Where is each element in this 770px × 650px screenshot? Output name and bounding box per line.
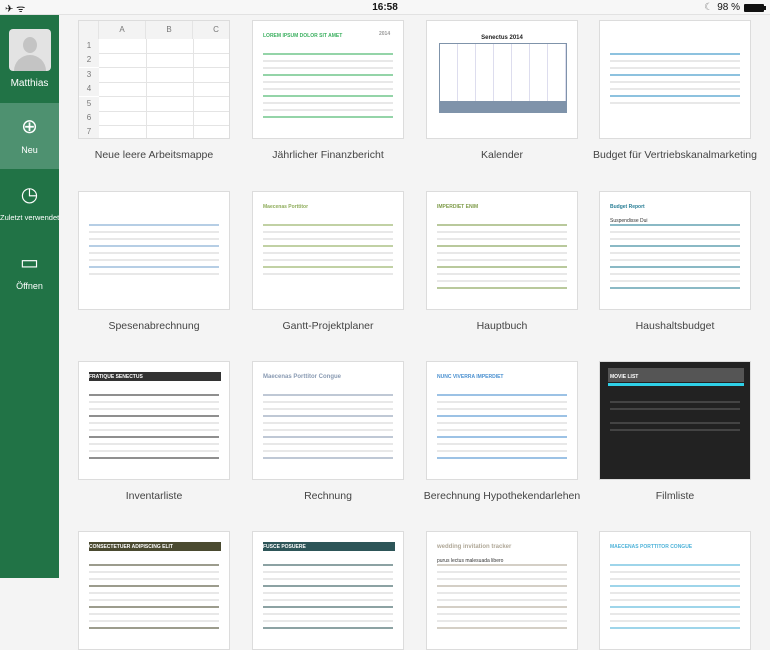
template-thumbnail[interactable]: MOVIE LIST <box>599 361 751 480</box>
sidebar-item-label: Öffnen <box>16 281 43 291</box>
template-title: FRATIQUE SENECTUS <box>89 374 143 380</box>
new-document-icon: ⊕ <box>21 116 38 138</box>
template-thumbnail[interactable]: FRATIQUE SENECTUS <box>78 361 230 480</box>
template-thumbnail[interactable]: ABC 1234567 <box>78 20 230 139</box>
status-bar: ✈ ᯤ 16:58 ☾ 98 % <box>0 0 770 15</box>
template-thumbnail[interactable] <box>599 20 751 139</box>
template-title: Budget Report <box>610 204 645 210</box>
template-label[interactable]: Gantt-Projektplaner <box>228 320 428 332</box>
template-label[interactable]: Berechnung Hypothekendarlehen <box>402 490 602 502</box>
template-title: LOREM IPSUM DOLOR SIT AMET <box>263 33 343 39</box>
battery-percent: 98 % <box>717 2 740 13</box>
template-title: CONSECTETUER ADIPISCING ELIT <box>89 544 173 550</box>
template-label[interactable]: Rechnung <box>228 490 428 502</box>
sidebar-item-label: Neu <box>21 145 38 155</box>
template-thumbnail[interactable]: NUNC VIVERRA IMPERDIET <box>426 361 578 480</box>
template-label[interactable]: Filmliste <box>575 490 770 502</box>
template-thumbnail[interactable]: FUSCE POSUERE <box>252 531 404 650</box>
clock-icon: ◷ <box>20 184 39 206</box>
folder-icon: ▭ <box>20 252 39 274</box>
template-title: Maecenas Porttitor <box>263 204 309 210</box>
template-thumbnail[interactable]: MAECENAS PORTTITOR CONGUE <box>599 531 751 650</box>
template-label[interactable]: Haushaltsbudget <box>575 320 770 332</box>
sidebar-item-recent[interactable]: ◷ Zuletzt verwendet <box>0 171 59 237</box>
row-header: 7 <box>79 125 99 138</box>
moon-icon: ☾ <box>704 2 714 13</box>
template-thumbnail[interactable]: LOREM IPSUM DOLOR SIT AMET 2014 <box>252 20 404 139</box>
row-header: 2 <box>79 53 99 68</box>
clock: 16:58 <box>372 2 398 13</box>
sidebar: Matthias ⊕ Neu ◷ Zuletzt verwendet ▭ Öff… <box>0 15 59 578</box>
template-title: MOVIE LIST <box>610 374 639 380</box>
template-thumbnail[interactable]: IMPERDIET ENIM <box>426 191 578 310</box>
row-header: 1 <box>79 39 99 53</box>
template-year: 2014 <box>379 31 391 37</box>
template-label[interactable]: Jährlicher Finanzbericht <box>228 149 428 161</box>
template-thumbnail[interactable] <box>78 191 230 310</box>
template-title: MAECENAS PORTTITOR CONGUE <box>610 544 693 550</box>
template-thumbnail[interactable]: CONSECTETUER ADIPISCING ELIT <box>78 531 230 650</box>
template-label[interactable]: Inventarliste <box>54 490 254 502</box>
template-title: NUNC VIVERRA IMPERDIET <box>437 374 504 380</box>
sidebar-item-label: Zuletzt verwendet <box>0 213 60 222</box>
template-thumbnail[interactable]: Maecenas Porttitor Congue <box>252 361 404 480</box>
template-title: Senectus 2014 <box>481 35 523 41</box>
template-label[interactable]: Neue leere Arbeitsmappe <box>54 149 254 161</box>
template-thumbnail[interactable]: wedding invitation tracker purus lectus m… <box>426 531 578 650</box>
row-header: 4 <box>79 82 99 97</box>
template-thumbnail[interactable]: Budget Report Suspendisse Dui <box>599 191 751 310</box>
row-header: 6 <box>79 111 99 125</box>
row-header: 3 <box>79 67 99 82</box>
column-header: C <box>193 21 229 39</box>
sidebar-item-new[interactable]: ⊕ Neu <box>0 103 59 169</box>
template-label[interactable]: Kalender <box>402 149 602 161</box>
template-label[interactable]: Spesenabrechnung <box>54 320 254 332</box>
user-name[interactable]: Matthias <box>0 78 59 89</box>
template-label[interactable]: Hauptbuch <box>402 320 602 332</box>
column-header: A <box>99 21 146 39</box>
template-title: IMPERDIET ENIM <box>437 204 479 210</box>
column-header: B <box>146 21 193 39</box>
template-title: Maecenas Porttitor Congue <box>263 374 342 380</box>
template-title: wedding invitation tracker <box>437 544 512 550</box>
battery-icon <box>744 3 766 12</box>
blank-sheet-grid: ABC 1234567 <box>79 21 229 138</box>
row-header: 5 <box>79 96 99 111</box>
template-title: FUSCE POSUERE <box>263 544 306 550</box>
template-label[interactable]: Budget für Vertriebskanalmarketing <box>575 149 770 161</box>
avatar[interactable] <box>9 29 51 71</box>
template-thumbnail[interactable]: Senectus 2014 <box>426 20 578 139</box>
sidebar-item-open[interactable]: ▭ Öffnen <box>0 239 59 305</box>
template-thumbnail[interactable]: Maecenas Porttitor <box>252 191 404 310</box>
